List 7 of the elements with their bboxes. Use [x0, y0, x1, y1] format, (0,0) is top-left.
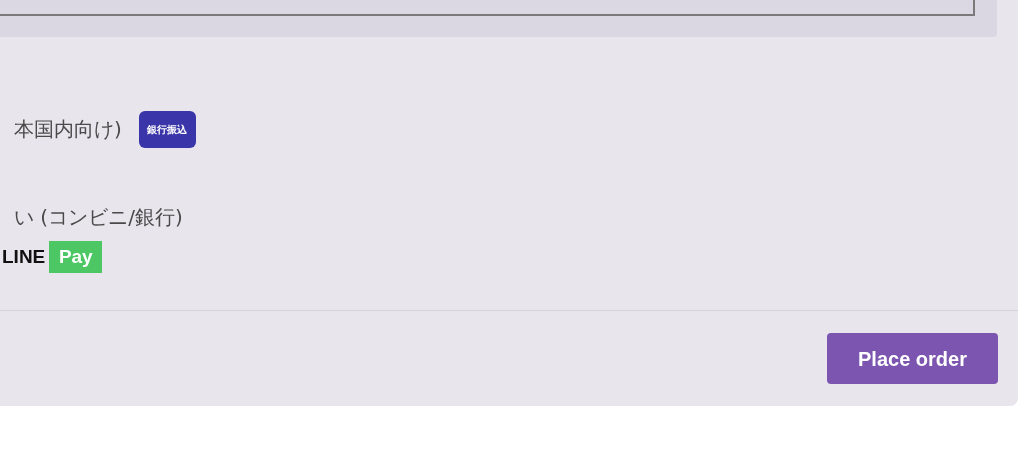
- payment-method-label: 本国内向け): [13, 116, 122, 143]
- pay-logo-badge: Pay: [49, 241, 103, 273]
- line-logo-text: LINE: [1, 244, 46, 269]
- place-order-button[interactable]: Place order: [827, 333, 998, 384]
- payment-method-label: い (コンビニ/銀行): [13, 204, 184, 231]
- bank-transfer-badge: 銀行振込: [138, 110, 196, 148]
- notes-field[interactable]: [0, 0, 975, 16]
